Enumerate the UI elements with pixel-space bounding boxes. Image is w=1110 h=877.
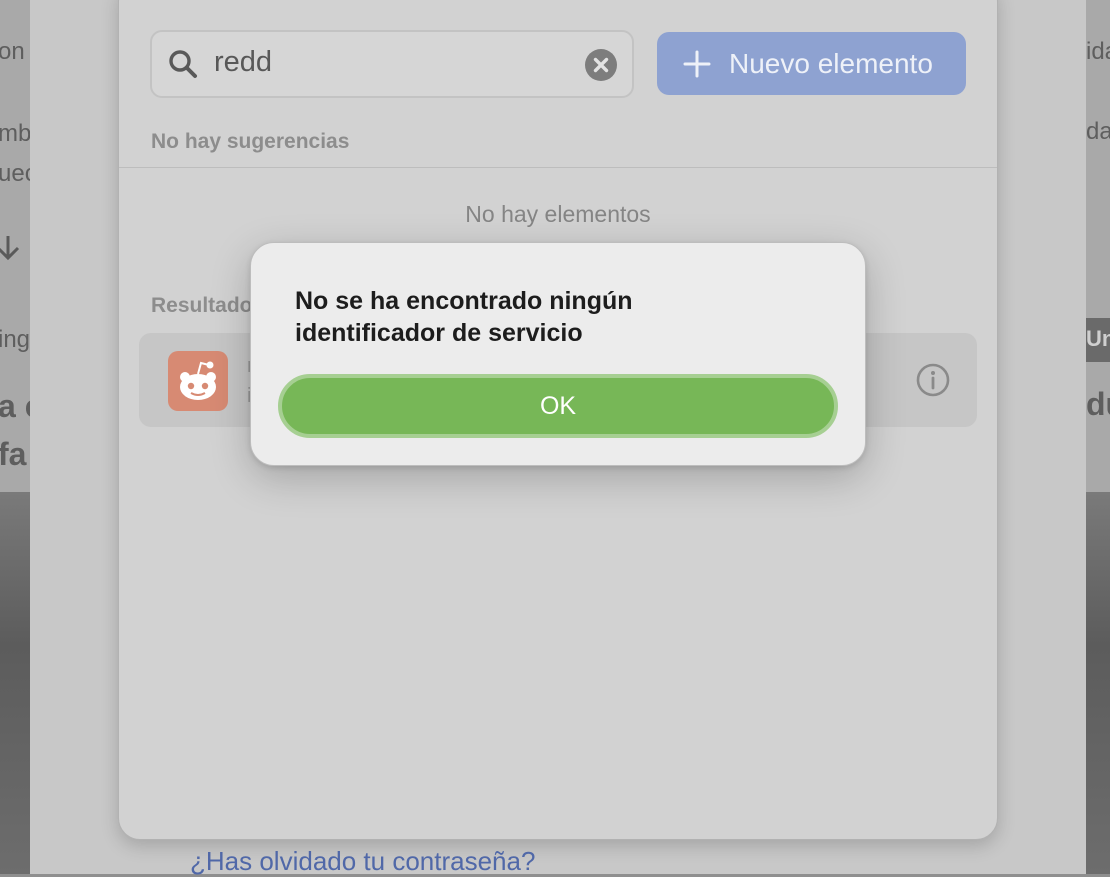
- background-left-column: on mb uec ing a c fa: [0, 0, 30, 874]
- alert-message: No se ha encontrado ningún identificador…: [295, 287, 633, 347]
- background-photo: [0, 492, 30, 874]
- alert-dialog: No se ha encontrado ningún identificador…: [250, 242, 866, 466]
- ok-button[interactable]: OK: [278, 374, 838, 438]
- search-icon: [169, 50, 197, 78]
- ok-button-label: OK: [539, 391, 577, 420]
- background-photo: [1086, 492, 1110, 874]
- background-text-fragment: uec: [0, 160, 30, 187]
- search-value: redd: [214, 46, 273, 78]
- clear-icon[interactable]: [585, 49, 617, 81]
- empty-suggestions-text: No hay elementos: [465, 201, 651, 227]
- background-text-fragment: ida: [1086, 38, 1110, 65]
- results-header: Resultado: [151, 294, 253, 317]
- background-text-fragment: da: [1086, 118, 1110, 145]
- plus-icon: [683, 50, 711, 77]
- background-text-fragment: mb: [0, 120, 30, 147]
- divider: [119, 167, 997, 168]
- reddit-logo-icon: [168, 351, 228, 411]
- background-text-fragment: on: [0, 38, 25, 65]
- background-text-fragment: du: [1086, 386, 1110, 422]
- download-icon: [0, 236, 20, 261]
- new-item-button[interactable]: Nuevo elemento: [657, 32, 966, 95]
- background-text-fragment: fa: [0, 436, 27, 472]
- background-text-fragment: a c: [0, 388, 30, 424]
- background-badge: Uni: [1086, 318, 1110, 362]
- info-icon[interactable]: [916, 363, 950, 397]
- suggestions-header: No hay sugerencias: [151, 130, 350, 153]
- new-item-label: Nuevo elemento: [729, 47, 933, 79]
- search-input[interactable]: redd: [150, 30, 634, 98]
- forgot-password-link[interactable]: ¿Has olvidado tu contraseña?: [190, 846, 535, 877]
- background-right-column: ida da Uni du: [1086, 0, 1110, 874]
- background-text-fragment: Uni: [1086, 326, 1110, 351]
- background-text-fragment: ing: [0, 326, 30, 353]
